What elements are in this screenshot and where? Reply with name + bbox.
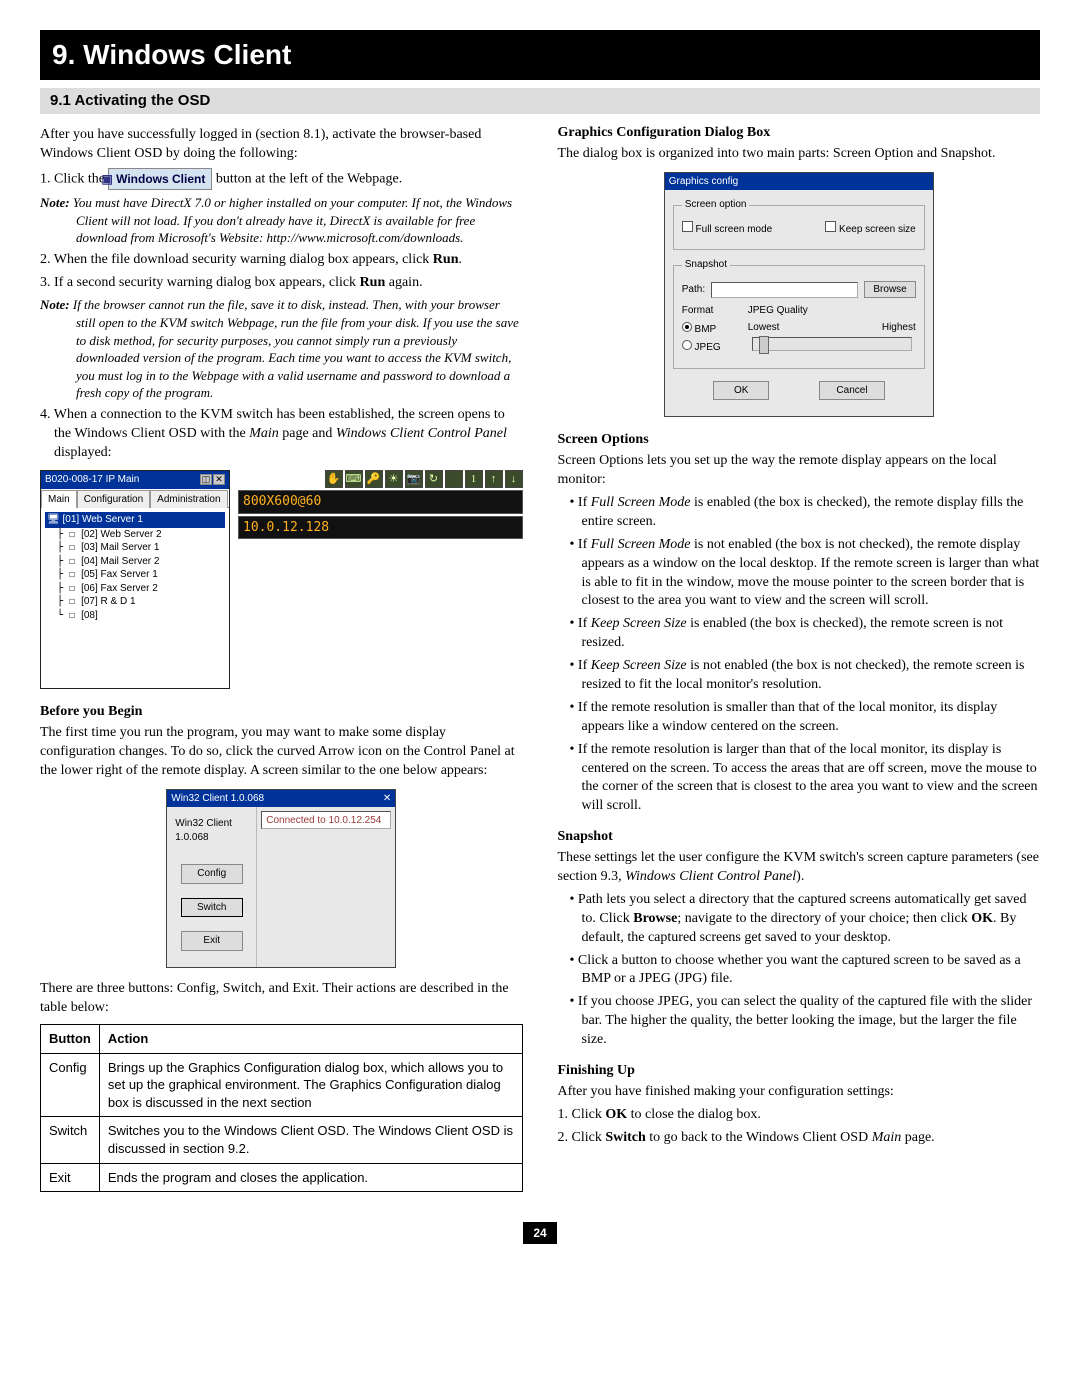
quality-slider[interactable] <box>752 337 912 351</box>
step-3: 3. If a second security warning dialog b… <box>40 274 523 293</box>
tree-item[interactable]: [03] Mail Server 1 <box>45 541 225 555</box>
tree-item[interactable]: [08] <box>45 609 225 623</box>
snapshot-para: These settings let the user configure th… <box>558 849 1041 887</box>
th-action: Action <box>99 1025 522 1054</box>
section-title: 9.1 Activating the OSD <box>50 91 1030 111</box>
sun-icon[interactable]: ☀ <box>385 470 403 488</box>
right-column: Graphics Configuration Dialog Box The di… <box>558 124 1041 1192</box>
arrow-icon[interactable]: ↻ <box>425 470 443 488</box>
keep-size-checkbox <box>825 221 836 232</box>
win32-client-dialog: Win32 Client 1.0.068 ✕ Win32 Client 1.0.… <box>166 789 396 969</box>
ok-button[interactable]: OK <box>713 381 769 401</box>
step-2: 2. When the file download security warni… <box>40 251 523 270</box>
gc-para: The dialog box is organized into two mai… <box>558 145 1041 164</box>
windows-client-button[interactable]: Windows Client <box>108 168 212 190</box>
hand-icon[interactable]: ✋ <box>325 470 343 488</box>
osd-titlebar-buttons[interactable]: ◫✕ <box>199 473 225 487</box>
gc-title: Graphics config <box>665 173 933 191</box>
note-directx: Note: You must have DirectX 7.0 or highe… <box>40 194 523 247</box>
browse-button[interactable]: Browse <box>864 281 915 299</box>
before-you-begin-heading: Before you Begin <box>40 703 523 722</box>
config-button[interactable]: Config <box>181 864 243 884</box>
osd-tabs[interactable]: Main Configuration Administration <box>41 489 229 509</box>
tree-item[interactable]: [07] R & D 1 <box>45 595 225 609</box>
win32-title: Win32 Client 1.0.068 <box>171 792 264 806</box>
table-row: Config Brings up the Graphics Configurat… <box>41 1053 523 1117</box>
full-screen-checkbox <box>682 221 693 232</box>
list-item: If Full Screen Mode is not enabled (the … <box>570 536 1041 612</box>
screen-options-para: Screen Options lets you set up the way t… <box>558 452 1041 490</box>
list-item: Path lets you select a directory that th… <box>570 891 1041 948</box>
exit-button[interactable]: Exit <box>181 931 243 951</box>
snapshot-group: Snapshot Path: Browse Format BMP JPEG <box>673 258 925 369</box>
switch-button[interactable]: Switch <box>181 898 243 918</box>
camera-icon[interactable]: 📷 <box>405 470 423 488</box>
key-icon[interactable]: 🔑 <box>365 470 383 488</box>
control-panel-icons[interactable]: ✋ ⌨ 🔑 ☀ 📷 ↻ 1 ↑ ↓ <box>238 470 523 488</box>
tab-main[interactable]: Main <box>41 490 77 509</box>
panel-icon[interactable]: ↓ <box>505 470 523 488</box>
resolution-display: 800X600@60 <box>238 490 523 514</box>
tree-item[interactable]: [02] Web Server 2 <box>45 528 225 542</box>
close-icon[interactable]: ✕ <box>383 792 391 806</box>
tree-item[interactable]: [04] Mail Server 2 <box>45 555 225 569</box>
osd-figure: B020-008-17 IP Main ◫✕ Main Configuratio… <box>40 470 523 689</box>
left-column: After you have successfully logged in (s… <box>40 124 523 1192</box>
tab-configuration[interactable]: Configuration <box>77 490 150 509</box>
list-item: If the remote resolution is larger than … <box>570 741 1041 817</box>
snapshot-heading: Snapshot <box>558 828 1041 847</box>
chapter-heading: 9. Windows Client <box>40 30 1040 80</box>
table-row: Switch Switches you to the Windows Clien… <box>41 1117 523 1163</box>
gc-heading: Graphics Configuration Dialog Box <box>558 124 1041 143</box>
panel-icon[interactable]: 1 <box>465 470 483 488</box>
ip-display: 10.0.12.128 <box>238 516 523 540</box>
list-item: If Keep Screen Size is not enabled (the … <box>570 657 1041 695</box>
snapshot-list: Path lets you select a directory that th… <box>558 891 1041 1050</box>
screen-options-heading: Screen Options <box>558 431 1041 450</box>
screen-option-group: Screen option Full screen mode Keep scre… <box>673 198 925 250</box>
list-item: If Keep Screen Size is enabled (the box … <box>570 615 1041 653</box>
section-heading: 9.1 Activating the OSD <box>40 88 1040 114</box>
screen-options-list: If Full Screen Mode is enabled (the box … <box>558 494 1041 816</box>
jpeg-radio <box>682 340 692 350</box>
before-paragraph: The first time you run the program, you … <box>40 724 523 781</box>
finishing-heading: Finishing Up <box>558 1062 1041 1081</box>
buttons-table: Button Action Config Brings up the Graph… <box>40 1024 523 1192</box>
finish-step-2: 2. Click Switch to go back to the Window… <box>558 1129 1041 1148</box>
cancel-button[interactable]: Cancel <box>819 381 884 401</box>
tab-administration[interactable]: Administration <box>150 490 227 509</box>
step-4: 4. When a connection to the KVM switch h… <box>40 406 523 463</box>
chapter-title: 9. Windows Client <box>52 36 1028 74</box>
intro-paragraph: After you have successfully logged in (s… <box>40 126 523 164</box>
tree-item-selected[interactable]: 🖥 [01] Web Server 1 <box>45 512 225 528</box>
table-row: Exit Ends the program and closes the app… <box>41 1163 523 1192</box>
tree-item[interactable]: [05] Fax Server 1 <box>45 568 225 582</box>
list-item: Click a button to choose whether you wan… <box>570 952 1041 990</box>
list-item: If Full Screen Mode is enabled (the box … <box>570 494 1041 532</box>
win32-version-label: Win32 Client 1.0.068 <box>175 817 248 844</box>
graphics-config-dialog: Graphics config Screen option Full scree… <box>664 172 934 418</box>
list-item: If you choose JPEG, you can select the q… <box>570 993 1041 1050</box>
osd-window: B020-008-17 IP Main ◫✕ Main Configuratio… <box>40 470 230 689</box>
finishing-para: After you have finished making your conf… <box>558 1083 1041 1102</box>
keyboard-icon[interactable]: ⌨ <box>345 470 363 488</box>
page-number: 24 <box>40 1222 1040 1244</box>
list-item: If the remote resolution is smaller than… <box>570 699 1041 737</box>
osd-window-title: B020-008-17 IP Main <box>45 473 139 487</box>
th-button: Button <box>41 1025 100 1054</box>
bmp-radio <box>682 322 692 332</box>
panel-icon[interactable]: ↑ <box>485 470 503 488</box>
table-intro: There are three buttons: Config, Switch,… <box>40 980 523 1018</box>
connection-log: Connected to 10.0.12.254 <box>261 811 391 829</box>
tree-item[interactable]: [06] Fax Server 2 <box>45 582 225 596</box>
path-input[interactable] <box>711 282 858 298</box>
step-1: 1. Click the Windows Client button at th… <box>40 168 523 190</box>
finish-step-1: 1. Click OK to close the dialog box. <box>558 1106 1041 1125</box>
note-save-to-disk: Note: If the browser cannot run the file… <box>40 296 523 401</box>
osd-tree[interactable]: 🖥 [01] Web Server 1 [02] Web Server 2 [0… <box>41 508 229 688</box>
